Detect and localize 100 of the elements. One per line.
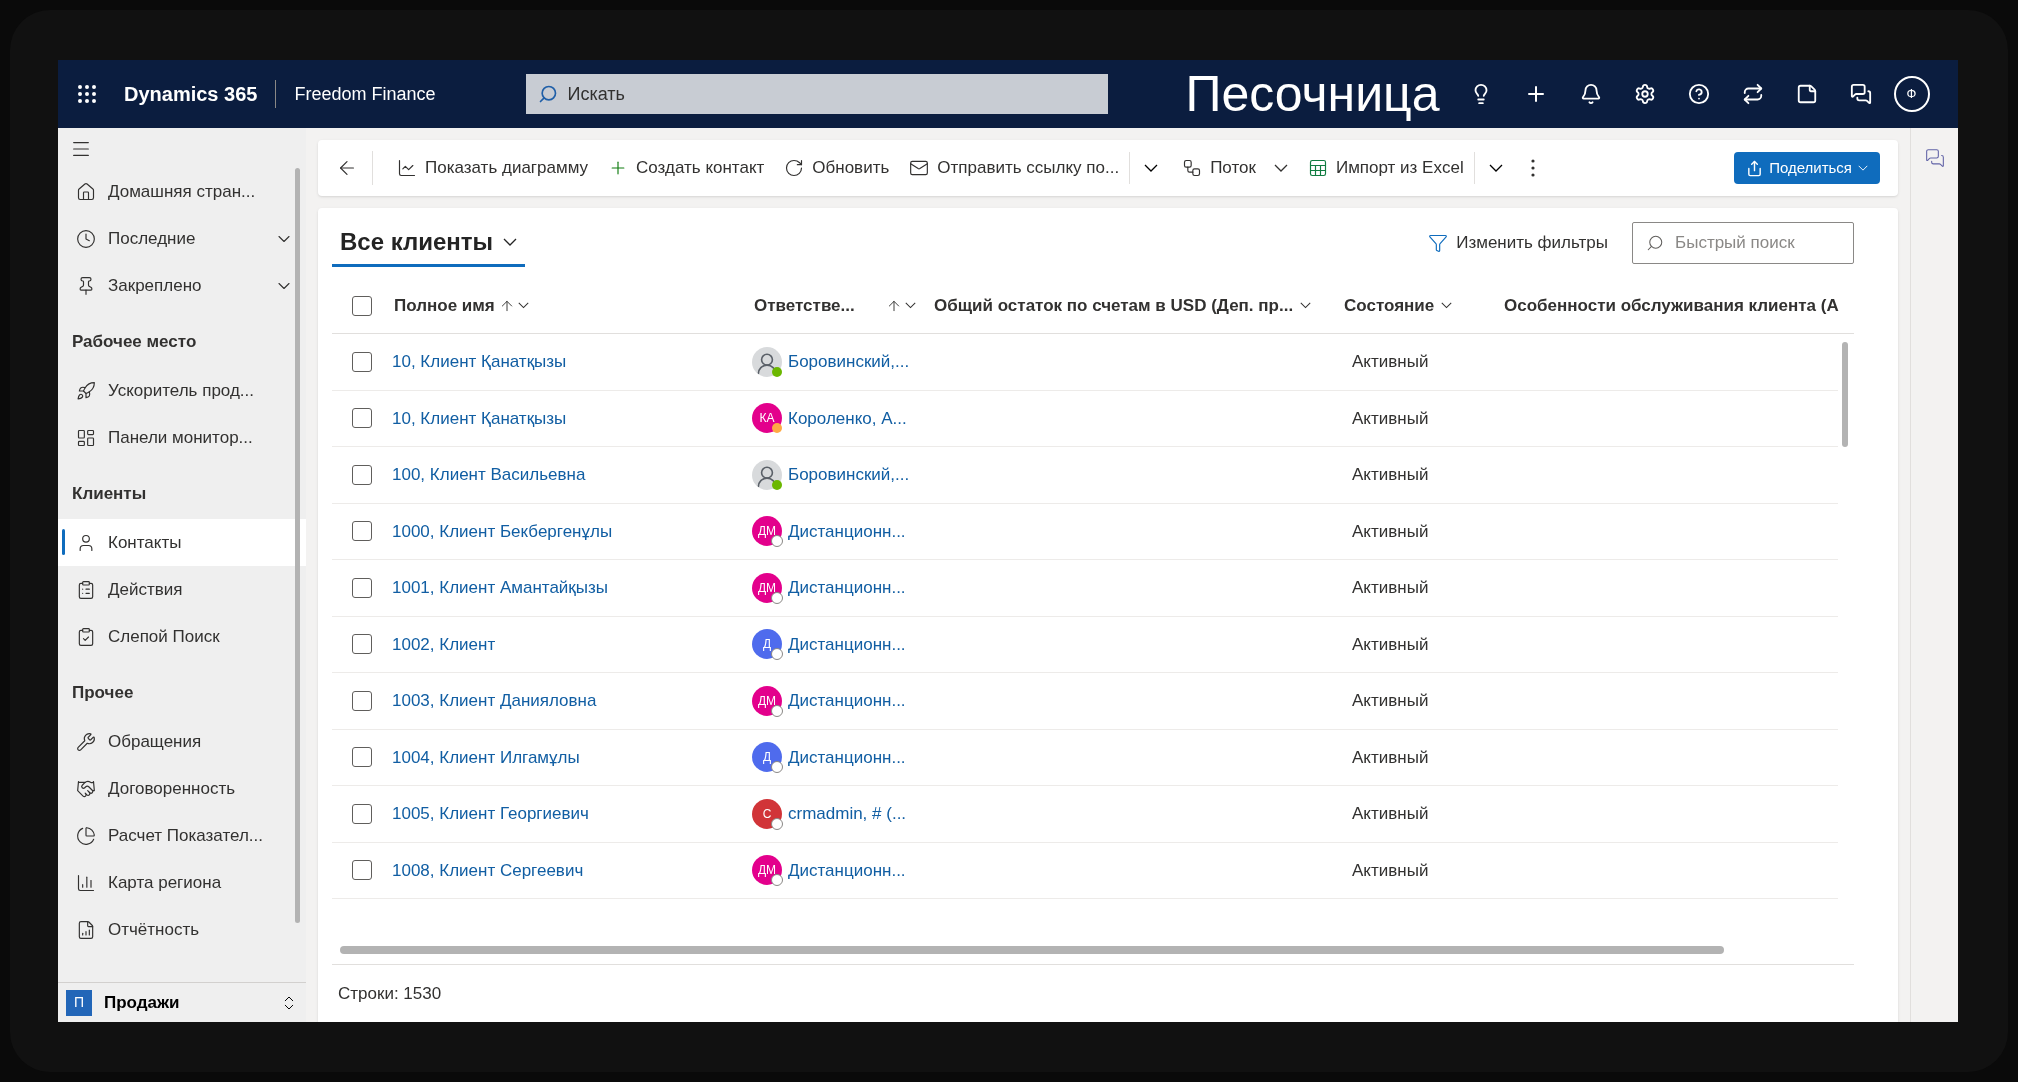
pie-chart-icon [76, 825, 96, 846]
nav-item[interactable]: Закреплено [58, 262, 306, 309]
nav-item[interactable]: Действия [58, 566, 306, 613]
row-count: Строки: 1530 [337, 982, 442, 1005]
contact-link[interactable]: 100, Клиент Васильевна [392, 465, 586, 484]
table-row[interactable]: 1004, Клиент Илгамұлы Д Дистанционн... Активный [332, 729, 1838, 786]
owner-link[interactable]: Дистанционн... [788, 575, 906, 601]
nav-item[interactable]: Домашняя стран... [58, 168, 306, 215]
contact-link[interactable]: 1001, Клиент Амантайқызы [392, 578, 609, 597]
contact-link[interactable]: 10, Клиент Қанатқызы [392, 408, 567, 428]
state-text: Активный [1352, 691, 1429, 710]
command-dropdown[interactable]: Поток [1172, 148, 1298, 188]
table-row[interactable]: 10, Клиент Қанатқызы Боровинский,... Активный [332, 334, 1838, 391]
contact-link[interactable]: 1003, Клиент Данияловна [392, 691, 597, 710]
settings-icon[interactable] [1633, 83, 1656, 105]
owner-link[interactable]: crmadmin, # (... [788, 801, 907, 827]
command-button[interactable]: Показать диаграмму [387, 148, 599, 188]
column-header[interactable]: Ответстве... [752, 292, 932, 319]
contact-link[interactable]: 1002, Клиент [392, 634, 496, 654]
owner-link[interactable]: Дистанционн... [788, 744, 906, 770]
clipboard-check-icon [76, 626, 96, 647]
owner-link[interactable]: Боровинский,... [788, 462, 910, 488]
flow-icon [1182, 158, 1203, 178]
chevron-down-icon [503, 237, 518, 246]
nav-item[interactable]: Слепой Поиск [58, 613, 306, 660]
checkbox[interactable] [352, 351, 372, 372]
nav-item[interactable]: Отчётность [58, 906, 306, 953]
nav-item[interactable]: Обращения [58, 718, 306, 765]
checkbox[interactable] [352, 690, 372, 711]
area-switcher[interactable]: П Продажи [58, 982, 306, 1022]
initials-avatar: Д [752, 742, 782, 773]
help-icon[interactable] [1687, 83, 1710, 105]
checkbox[interactable] [352, 634, 372, 655]
contact-link[interactable]: 1004, Клиент Илгамұлы [392, 747, 580, 767]
checkbox[interactable] [352, 577, 372, 598]
nav-item[interactable]: Расчет Показател... [58, 812, 306, 859]
owner-link[interactable]: Дистанционн... [788, 631, 906, 657]
owner-link[interactable]: Короленко, А... [788, 405, 907, 431]
checkbox[interactable] [352, 747, 372, 768]
table-row[interactable]: 100, Клиент Васильевна Боровинский,... Активный [332, 447, 1838, 504]
checkbox[interactable] [352, 295, 372, 316]
table-row[interactable]: 1003, Клиент Данияловна ДМ Дистанционн... Активный [332, 673, 1838, 730]
quick-search-field[interactable]: Быстрый поиск [1632, 222, 1854, 264]
area-badge: П [66, 989, 92, 1016]
command-button[interactable]: Обновить [774, 148, 900, 188]
more-icon [1530, 159, 1535, 177]
owner-link[interactable]: Боровинский,... [788, 349, 910, 375]
mail-icon [909, 158, 930, 178]
search-icon [1646, 234, 1664, 252]
column-header[interactable]: Особенности обслуживания клиента (А [1502, 292, 1854, 319]
checkbox[interactable] [352, 803, 372, 824]
state-text: Активный [1352, 634, 1429, 654]
column-header[interactable]: Общий остаток по счетам в USD (Деп. пр... [932, 292, 1342, 319]
owner-link[interactable]: Дистанционн... [788, 857, 906, 883]
contact-link[interactable]: 1008, Клиент Сергеевич [392, 860, 584, 880]
note-icon[interactable] [1795, 83, 1818, 105]
share-button[interactable]: Поделиться [1734, 152, 1880, 184]
nav-item[interactable]: Последние [58, 215, 306, 262]
nav-item[interactable]: Панели монитор... [58, 414, 306, 461]
table-row[interactable]: 1005, Клиент Георгиевич C crmadmin, # (... Активный [332, 786, 1838, 843]
initials-avatar: ДМ [752, 516, 782, 547]
checkbox[interactable] [352, 408, 372, 429]
view-selector[interactable]: Все клиенты [332, 219, 526, 267]
table-row[interactable]: 1002, Клиент Д Дистанционн... Активный [332, 616, 1838, 673]
nav-item[interactable]: Договоренность [58, 765, 306, 812]
report-icon [76, 919, 96, 940]
nav-item[interactable]: Контакты [58, 519, 306, 566]
clock-icon [76, 228, 96, 249]
contact-link[interactable]: 1005, Клиент Георгиевич [392, 804, 589, 823]
checkbox[interactable] [352, 521, 372, 542]
table-row[interactable]: 1008, Клиент Сергеевич ДМ Дистанционн... Активный [332, 842, 1838, 899]
chevron-down-icon [1488, 164, 1503, 172]
table-row[interactable]: 1000, Клиент Бекбергенұлы ДМ Дистанционн... Активный [332, 503, 1838, 560]
owner-link[interactable]: Дистанционн... [788, 688, 906, 714]
edit-filters-button[interactable]: Изменить фильтры [1428, 230, 1608, 256]
state-text: Активный [1352, 352, 1429, 371]
bell-icon[interactable] [1579, 83, 1602, 105]
search-field[interactable]: Искать [525, 74, 1108, 114]
table-row[interactable]: 1001, Клиент Амантайқызы ДМ Дистанционн... Активный [332, 560, 1838, 617]
chevron-down-icon [1273, 164, 1288, 172]
contact-link[interactable]: 1000, Клиент Бекбергенұлы [392, 521, 613, 541]
arrows-icon[interactable] [1741, 83, 1764, 105]
table-row[interactable]: 10, Клиент Қанатқызы КА Короленко, А... Активный [332, 390, 1838, 447]
state-text: Активный [1352, 465, 1429, 484]
clipboard-icon [76, 579, 96, 600]
column-header[interactable]: Полное имя [392, 292, 752, 319]
command-button[interactable]: Импорт из Excel [1297, 148, 1474, 188]
checkbox[interactable] [352, 860, 372, 881]
checkbox[interactable] [352, 464, 372, 485]
chat-icon[interactable] [1849, 83, 1872, 105]
nav-item[interactable]: Карта региона [58, 859, 306, 906]
nav-item[interactable]: Ускоритель прод... [58, 367, 306, 414]
state-text: Активный [1352, 804, 1429, 823]
command-button[interactable]: Создать контакт [598, 148, 775, 188]
owner-link[interactable]: Дистанционн... [788, 518, 906, 544]
command-button[interactable]: Отправить ссылку по... [899, 148, 1130, 188]
user-avatar[interactable]: Ф [1893, 76, 1930, 112]
initials-avatar: ДМ [752, 855, 782, 886]
contact-link[interactable]: 10, Клиент Қанатқызы [392, 352, 567, 371]
column-header[interactable]: Состояние [1342, 292, 1502, 319]
